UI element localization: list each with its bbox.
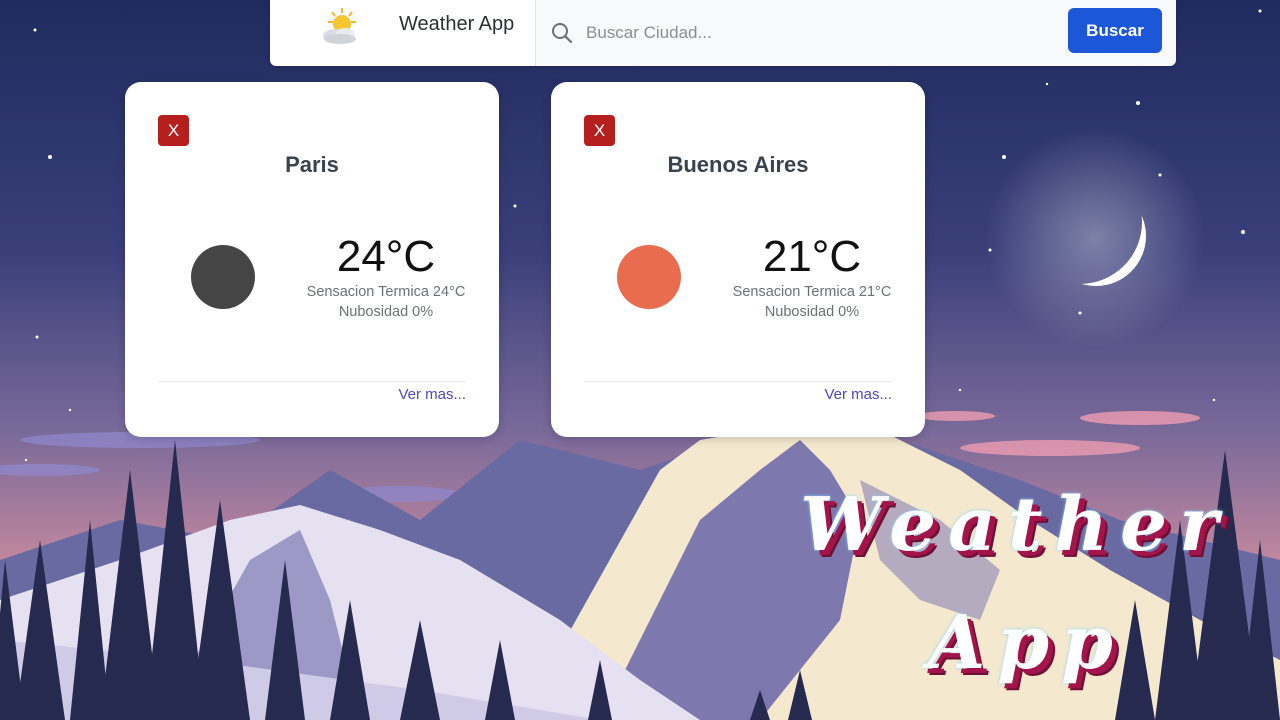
divider: [158, 381, 466, 382]
feels-like: Sensacion Termica 21°C: [732, 284, 892, 300]
close-card-button[interactable]: X: [158, 115, 189, 146]
city-name: Paris: [285, 152, 339, 177]
temperature: 21°C: [762, 232, 862, 281]
search-icon: [552, 23, 573, 44]
see-more-link[interactable]: Ver mas...: [824, 386, 892, 403]
app-title: Weather App: [399, 13, 515, 35]
decorative-title-line1: Weather: [800, 482, 1231, 568]
weather-card-buenos-aires: X Buenos Aires 21°C Sensacion Termica 21…: [551, 82, 925, 437]
decorative-title-line2: App: [928, 600, 1125, 686]
cloudiness: Nubosidad 0%: [338, 304, 434, 320]
see-more-link[interactable]: Ver mas...: [398, 386, 466, 403]
search-input[interactable]: [584, 17, 1058, 49]
cloudiness: Nubosidad 0%: [764, 304, 860, 320]
sun-cloud-icon: [323, 8, 356, 44]
weather-card-paris: X Paris 24°C Sensacion Termica 24°C Nubo…: [125, 82, 499, 437]
search-button[interactable]: Buscar: [1068, 8, 1162, 53]
city-name: Buenos Aires: [667, 152, 809, 177]
moon-icon: [1046, 186, 1146, 286]
weather-indicator-icon: [617, 245, 681, 309]
feels-like: Sensacion Termica 24°C: [306, 284, 466, 300]
close-card-button[interactable]: X: [584, 115, 615, 146]
temperature: 24°C: [336, 232, 436, 281]
divider: [584, 381, 892, 382]
weather-indicator-icon: [191, 245, 255, 309]
